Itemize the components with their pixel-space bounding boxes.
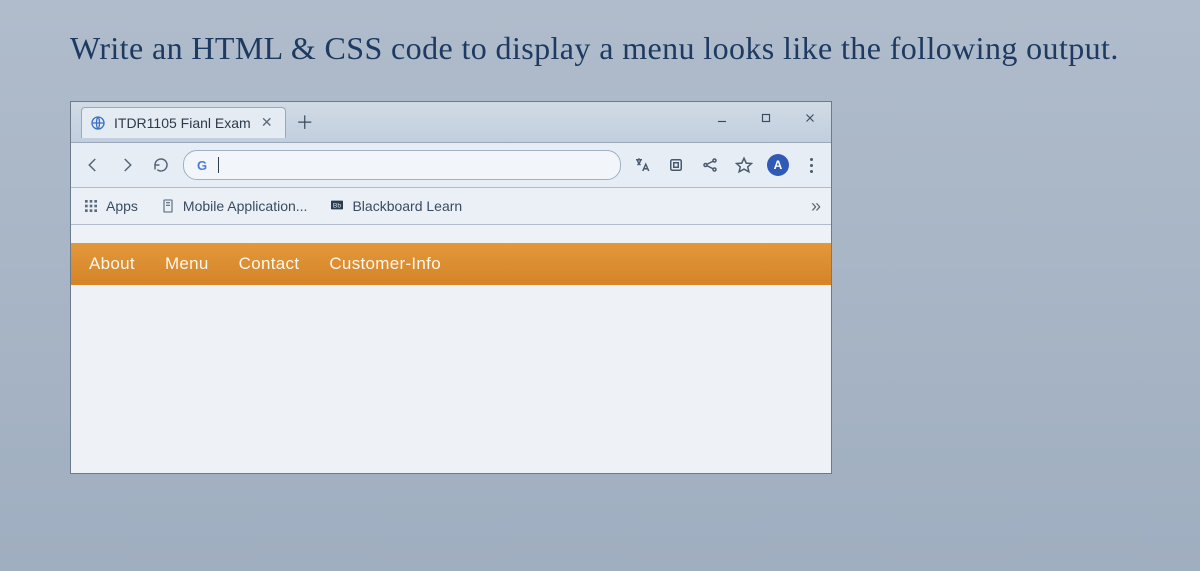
bookmark-label: Blackboard Learn	[352, 198, 462, 214]
bookmarks-bar: Apps Mobile Application... Bb Blackboard…	[71, 188, 831, 225]
globe-icon	[90, 115, 106, 131]
new-tab-button[interactable]: ＋	[292, 109, 318, 135]
bookmark-mobile-application[interactable]: Mobile Application...	[160, 198, 308, 214]
toolbar: G A	[71, 143, 831, 188]
reload-button[interactable]	[149, 153, 173, 177]
menu-link-contact[interactable]: Contact	[239, 254, 300, 274]
translate-icon[interactable]	[631, 154, 653, 176]
orange-menu-bar: About Menu Contact Customer-Info	[71, 243, 831, 285]
browser-window: ITDR1105 Fianl Exam ✕ ＋	[70, 101, 832, 474]
close-tab-icon[interactable]: ✕	[259, 115, 275, 131]
bookmarks-overflow-icon[interactable]: »	[811, 196, 821, 217]
omnibox-input[interactable]	[227, 150, 610, 180]
bookmark-blackboard-learn[interactable]: Bb Blackboard Learn	[329, 198, 462, 214]
extension-icon[interactable]	[665, 154, 687, 176]
bookmark-label: Mobile Application...	[183, 198, 308, 214]
close-window-button[interactable]	[795, 106, 825, 130]
document-icon	[160, 198, 176, 214]
bookmark-apps[interactable]: Apps	[83, 198, 138, 214]
tab-title: ITDR1105 Fianl Exam	[114, 115, 251, 131]
forward-button[interactable]	[115, 153, 139, 177]
menu-kebab-icon[interactable]	[801, 155, 821, 175]
menu-link-menu[interactable]: Menu	[165, 254, 209, 274]
svg-text:Bb: Bb	[333, 202, 341, 209]
page-instruction: Write an HTML & CSS code to display a me…	[70, 30, 1170, 67]
text-cursor	[218, 157, 219, 173]
share-icon[interactable]	[699, 154, 721, 176]
bookmark-label: Apps	[106, 198, 138, 214]
window-controls	[707, 106, 825, 130]
menu-link-customer[interactable]: Customer-Info	[329, 254, 441, 274]
minimize-button[interactable]	[707, 106, 737, 130]
maximize-button[interactable]	[751, 106, 781, 130]
blackboard-icon: Bb	[329, 198, 345, 214]
menu-link-about[interactable]: About	[89, 254, 135, 274]
profile-avatar[interactable]: A	[767, 154, 789, 176]
search-engine-icon: G	[194, 157, 210, 173]
browser-tab[interactable]: ITDR1105 Fianl Exam ✕	[81, 107, 286, 138]
toolbar-right: A	[631, 154, 821, 176]
page-content: About Menu Contact Customer-Info	[71, 225, 831, 473]
bookmark-star-icon[interactable]	[733, 154, 755, 176]
address-bar[interactable]: G	[183, 150, 621, 180]
back-button[interactable]	[81, 153, 105, 177]
tab-bar: ITDR1105 Fianl Exam ✕ ＋	[71, 102, 831, 143]
apps-grid-icon	[83, 198, 99, 214]
